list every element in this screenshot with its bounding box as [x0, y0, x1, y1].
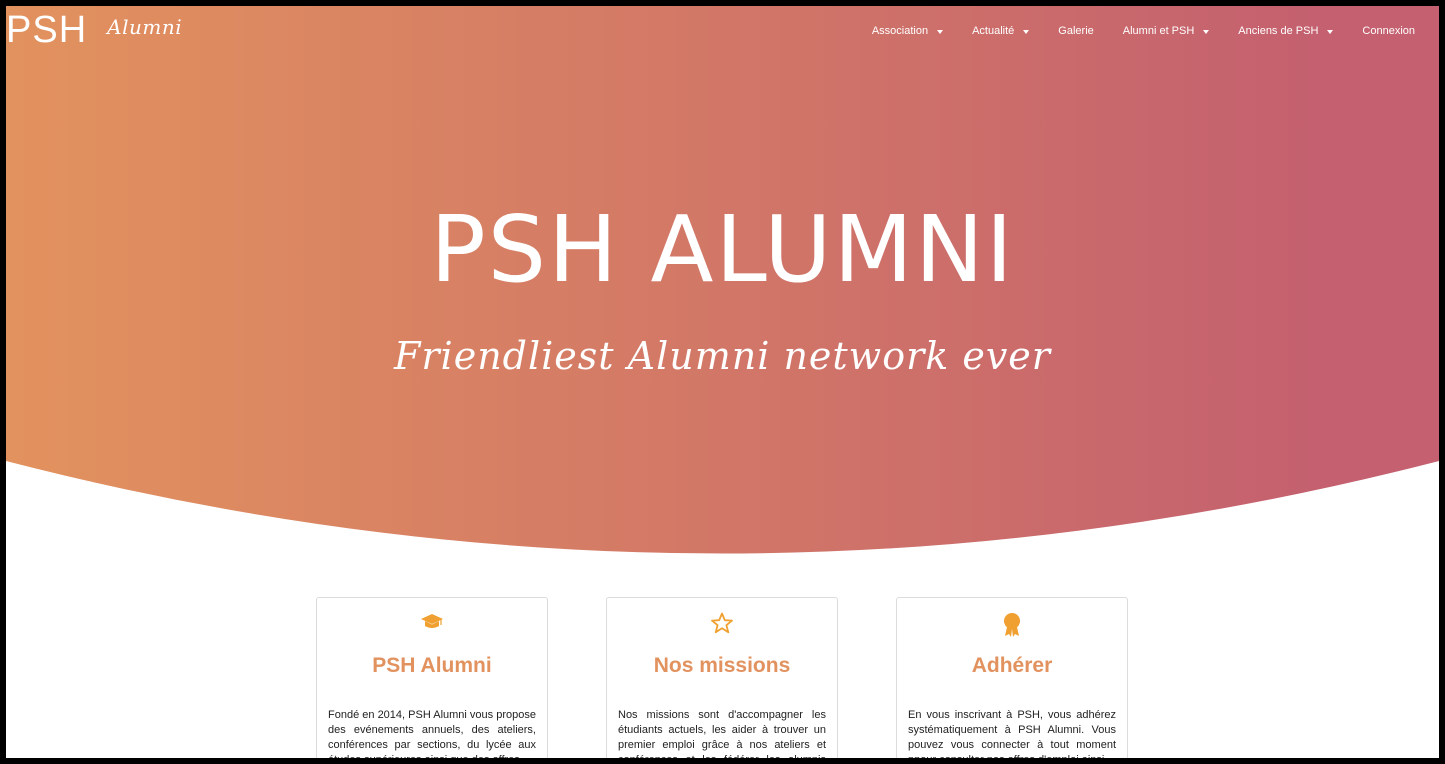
caret-down-icon [1327, 29, 1334, 34]
nav-item-association[interactable]: Association [871, 25, 944, 37]
nav-item-actualite[interactable]: Actualité [972, 25, 1030, 37]
card-text: En vous inscrivant à PSH, vous adhérez s… [908, 709, 1116, 758]
award-icon [1004, 613, 1020, 637]
nav-item-anciens-de-psh[interactable]: Anciens de PSH [1238, 25, 1334, 37]
hero-title: PSH ALUMNI [430, 196, 1015, 303]
star-icon [711, 612, 733, 634]
nav-label: Association [871, 25, 929, 37]
nav-label: Actualité [972, 25, 1015, 37]
graduation-cap-icon [421, 614, 443, 628]
card-title: PSH Alumni [372, 654, 492, 677]
card-text: Fondé en 2014, PSH Alumni vous propose d… [328, 709, 536, 758]
nav-label: Galerie [1058, 25, 1094, 37]
nav-label: Connexion [1362, 25, 1415, 37]
caret-down-icon [1023, 29, 1030, 34]
main-navigation: Association Actualité Galerie Alumni et … [843, 25, 1415, 37]
logo-psh-text: PSH [6, 9, 88, 51]
card-title: Adhérer [971, 654, 1053, 677]
hero-section: PSH Alumni Association Actualité Galerie… [6, 6, 1439, 566]
caret-down-icon [937, 29, 944, 34]
nav-label: Anciens de PSH [1238, 25, 1319, 37]
card-psh-alumni: PSH Alumni Fondé en 2014, PSH Alumni vou… [316, 597, 548, 758]
nav-item-alumni-et-psh[interactable]: Alumni et PSH [1123, 25, 1210, 37]
card-text: Nos missions sont d'accompagner les étud… [618, 709, 826, 758]
card-adherer: Adhérer En vous inscrivant à PSH, vous a… [896, 597, 1128, 758]
card-nos-missions: Nos missions Nos missions sont d'accompa… [606, 597, 838, 758]
hero-tagline: Friendliest Alumni network ever [394, 334, 1051, 378]
nav-label: Alumni et PSH [1122, 25, 1195, 37]
logo-alumni-script: Alumni [107, 15, 183, 39]
page: PSH Alumni Association Actualité Galerie… [6, 6, 1439, 758]
caret-down-icon [1203, 29, 1210, 34]
card-title: Nos missions [653, 654, 791, 677]
nav-item-galerie[interactable]: Galerie [1058, 25, 1093, 37]
nav-item-connexion[interactable]: Connexion [1362, 25, 1415, 37]
site-logo[interactable]: PSH Alumni [6, 8, 182, 52]
